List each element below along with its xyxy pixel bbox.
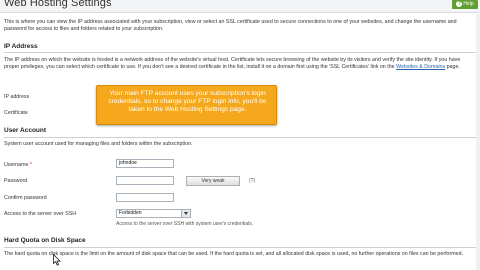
question-icon: ? (456, 1, 463, 7)
intro-text: This is where you can view the IP addres… (4, 19, 457, 32)
mouse-cursor-icon (53, 254, 61, 266)
tooltip-text: Your main FTP account uses your subscrip… (108, 90, 267, 114)
password-input[interactable] (116, 176, 174, 185)
password-strength-indicator: Very weak (186, 176, 240, 186)
username-label: Username * (4, 162, 32, 168)
ip-description-text: The IP address on which the website is h… (4, 57, 461, 70)
ssh-access-value: Forbidden (119, 210, 142, 216)
user-account-divider (4, 137, 476, 138)
help-button-label: Help (463, 1, 474, 7)
ssh-access-hint: Access to the server over SSH with syste… (116, 221, 254, 227)
chevron-down-icon (181, 210, 190, 217)
password-label: Password (4, 178, 28, 184)
certificate-label: Certificate (4, 110, 28, 116)
confirm-password-label: Confirm password (4, 195, 47, 201)
ip-section-description: The IP address on which the website is h… (4, 57, 476, 71)
confirm-password-input[interactable] (116, 193, 174, 202)
page-scrollbar[interactable] (476, 14, 480, 270)
ftp-info-tooltip: Your main FTP account uses your subscrip… (96, 85, 277, 125)
hard-quota-divider (4, 247, 476, 248)
ssh-access-select[interactable]: Forbidden (116, 209, 191, 218)
hard-quota-description: The hard quota on disk space is the limi… (4, 251, 464, 257)
help-button[interactable]: ? Help (452, 0, 478, 9)
ip-section-divider (4, 52, 476, 53)
username-input[interactable]: johndoe (116, 159, 174, 168)
ip-description-end: page. (445, 63, 460, 70)
user-account-description: System user account used for managing fi… (4, 141, 193, 147)
user-account-title: User Account (4, 127, 47, 134)
page-header: Web Hosting Settings ? Help (0, 0, 480, 13)
required-mark: * (29, 162, 32, 168)
username-label-text: Username (4, 162, 29, 168)
password-help-icon[interactable]: (?) (249, 178, 255, 184)
page-title: Web Hosting Settings (4, 0, 112, 9)
hard-quota-title: Hard Quota on Disk Space (4, 237, 86, 244)
websites-domains-link[interactable]: Websites & Domains (396, 64, 445, 70)
ip-address-label: IP address (4, 94, 30, 100)
ip-section-title: IP Address (4, 43, 38, 50)
ssh-access-label: Access to the server over SSH (4, 211, 77, 217)
